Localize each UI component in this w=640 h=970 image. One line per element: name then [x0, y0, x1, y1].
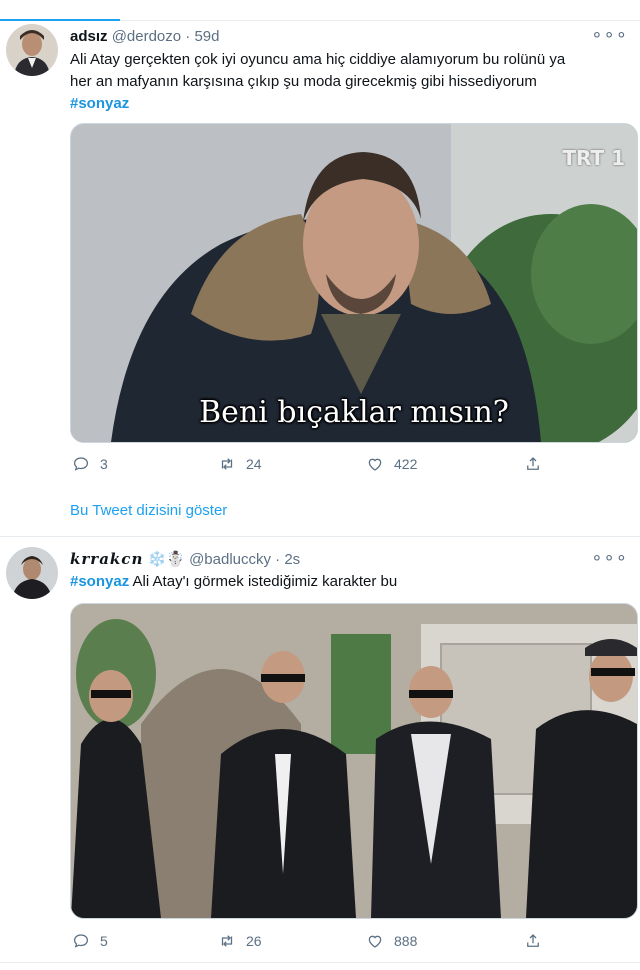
like-button[interactable]: 422: [366, 455, 417, 473]
retweet-button[interactable]: 24: [218, 455, 262, 473]
retweet-icon: [221, 458, 233, 470]
display-name[interactable]: adsız: [70, 28, 108, 45]
tweet-text-line: her an mafyanın karşısına çıkıp şu moda …: [70, 73, 537, 90]
like-count: 422: [394, 456, 418, 472]
retweet-icon: [221, 935, 233, 947]
share-button[interactable]: [524, 455, 542, 473]
tweet-actions: 3 24 422: [70, 455, 570, 475]
reply-button[interactable]: 5: [72, 932, 108, 950]
tweet-header: adsız @derdozo · 59d: [70, 28, 600, 45]
retweet-count: 26: [246, 933, 262, 949]
tweet-text-line: Ali Atay gerçekten çok iyi oyuncu ama hi…: [70, 51, 566, 68]
channel-watermark: TRT 1: [562, 146, 625, 170]
reply-icon: [73, 934, 89, 948]
reply-count: 3: [100, 456, 108, 472]
user-handle[interactable]: @badluccky: [189, 551, 271, 568]
hashtag-link[interactable]: #sonyaz: [70, 573, 129, 590]
tweet-text: #sonyaz Ali Atay'ı görmek istediğimiz ka…: [70, 571, 622, 593]
tweet-text: Ali Atay gerçekten çok iyi oyuncu ama hi…: [70, 49, 622, 115]
heart-icon: [368, 935, 382, 948]
reply-icon: [73, 457, 89, 471]
show-thread-link[interactable]: Bu Tweet dizisini göster: [70, 502, 227, 519]
avatar[interactable]: [6, 547, 58, 599]
retweet-count: 24: [246, 456, 262, 472]
tweet-actions: 5 26 888: [70, 932, 570, 952]
tweet-image[interactable]: TRT 1 Beni bıçaklar mısın?: [70, 123, 638, 443]
tweet-text-line: Ali Atay'ı görmek istediğimiz karakter b…: [132, 573, 398, 590]
more-icon[interactable]: ∘∘∘: [591, 24, 628, 45]
heart-icon: [368, 458, 382, 471]
more-icon[interactable]: ∘∘∘: [591, 547, 628, 568]
like-count: 888: [394, 933, 418, 949]
name-emojis: ❄️☃️: [147, 551, 185, 568]
display-name[interactable]: krrakcn: [70, 550, 143, 568]
user-handle[interactable]: @derdozo: [112, 28, 181, 45]
share-icon: [527, 934, 539, 947]
avatar[interactable]: [6, 24, 58, 76]
share-icon: [527, 457, 539, 470]
reply-count: 5: [100, 933, 108, 949]
reply-button[interactable]: 3: [72, 455, 108, 473]
bottom-border: [0, 962, 640, 963]
like-button[interactable]: 888: [366, 932, 417, 950]
image-caption: Beni bıçaklar mısın?: [199, 395, 509, 430]
timestamp[interactable]: · 2s: [275, 551, 300, 568]
hashtag-link[interactable]: #sonyaz: [70, 95, 129, 112]
share-button[interactable]: [524, 932, 542, 950]
tweet-header: krrakcn ❄️☃️ @badluccky · 2s: [70, 550, 600, 568]
retweet-button[interactable]: 26: [218, 932, 262, 950]
timestamp[interactable]: · 59d: [185, 28, 219, 45]
tweet-image[interactable]: [70, 603, 638, 919]
tweet[interactable]: adsız @derdozo · 59d ∘∘∘ Ali Atay gerçek…: [0, 0, 640, 530]
